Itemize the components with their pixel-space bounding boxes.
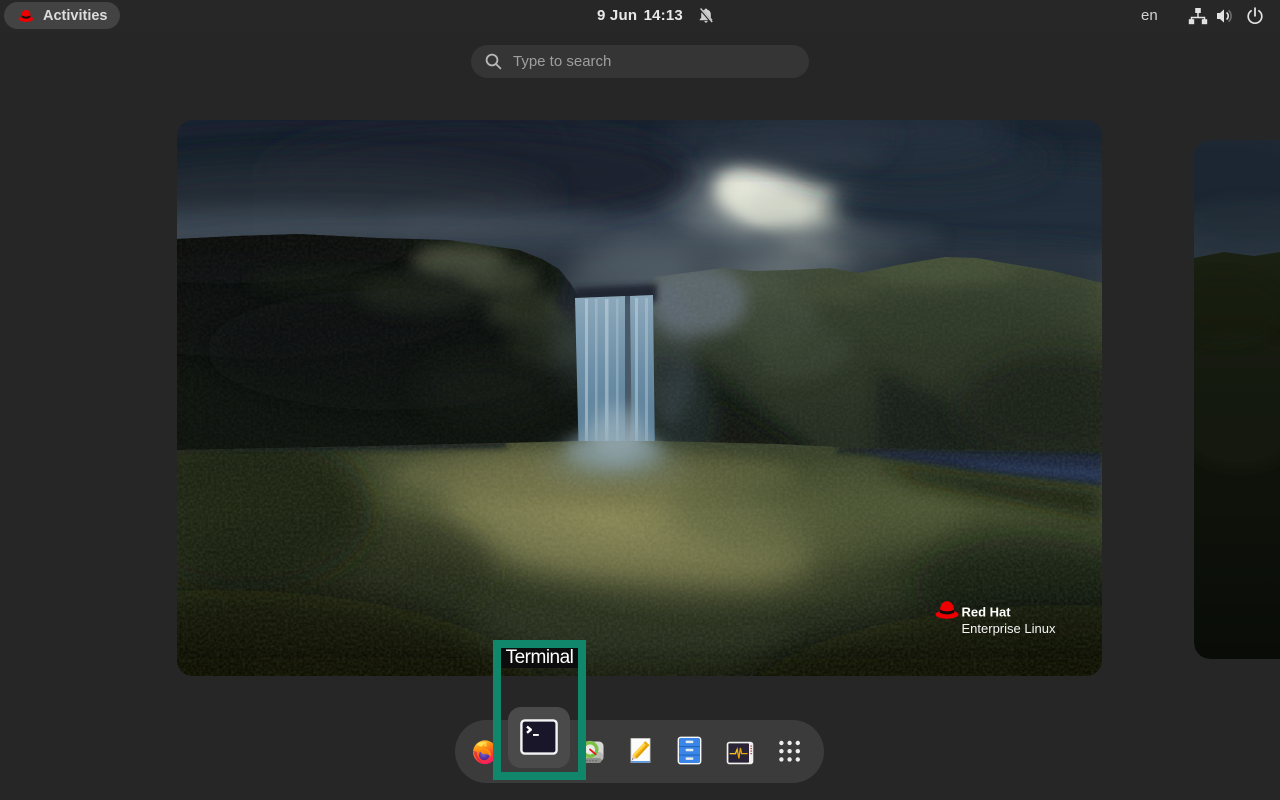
svg-text:Enterprise Linux: Enterprise Linux <box>962 621 1056 636</box>
svg-text:Red Hat: Red Hat <box>962 605 1012 620</box>
